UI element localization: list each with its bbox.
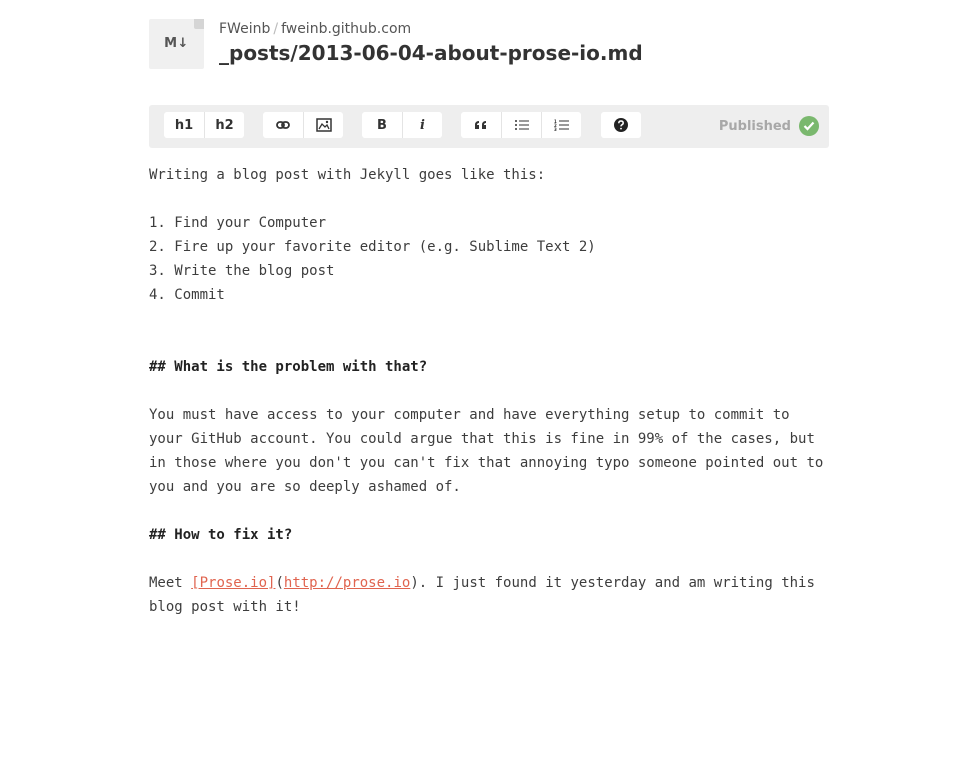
markdown-badge: M↓ xyxy=(164,36,189,51)
markdown-heading: ## How to fix it? xyxy=(149,527,293,543)
markdown-link-url[interactable]: http://prose.io xyxy=(284,575,410,591)
list-item: 3. Write the blog post xyxy=(149,263,335,279)
help-icon xyxy=(614,118,628,132)
h1-button[interactable]: h1 xyxy=(164,112,204,138)
numbered-list-button[interactable]: 1 2 3 xyxy=(541,112,581,138)
h2-button[interactable]: h2 xyxy=(204,112,244,138)
bullet-list-button[interactable] xyxy=(501,112,541,138)
markdown-heading: ## What is the problem with that? xyxy=(149,359,428,375)
h2-label: h2 xyxy=(215,117,234,133)
meet-prefix: Meet xyxy=(149,575,192,591)
file-header: M↓ FWeinb / fweinb.github.com _posts/2013-… xyxy=(149,19,829,71)
editor-paragraph: Meet [Prose.io](http://prose.io). I just… xyxy=(149,571,829,619)
format-group: B i xyxy=(362,112,442,138)
quote-icon xyxy=(475,121,486,129)
bold-label: B xyxy=(377,117,387,133)
breadcrumb-separator: / xyxy=(273,21,279,37)
editor-blank-line xyxy=(149,307,829,331)
svg-text:3: 3 xyxy=(554,127,557,131)
editor-blank-line xyxy=(149,499,829,523)
editor-paragraph: You must have access to your computer an… xyxy=(149,407,832,495)
bullet-list-icon xyxy=(514,120,529,130)
bold-button[interactable]: B xyxy=(362,112,402,138)
help-button[interactable] xyxy=(601,112,641,138)
check-icon xyxy=(799,116,819,136)
editor-line: Writing a blog post with Jekyll goes lik… xyxy=(149,167,546,183)
italic-label: i xyxy=(420,117,425,133)
heading-group: h1 h2 xyxy=(164,112,244,138)
markdown-link-text[interactable]: [Prose.io] xyxy=(191,575,275,591)
markdown-editor[interactable]: Writing a blog post with Jekyll goes lik… xyxy=(149,163,829,619)
link-close-paren: ) xyxy=(410,575,419,591)
file-corner xyxy=(194,19,204,29)
help-group xyxy=(601,112,641,138)
editor-blank-line xyxy=(149,547,829,571)
list-item: 4. Commit xyxy=(149,287,225,303)
editor-toolbar: h1 h2 B i 1 2 3 Published xyxy=(149,105,829,148)
publish-status[interactable]: Published xyxy=(719,116,819,136)
editor-blank-line xyxy=(149,331,829,355)
link-icon xyxy=(276,121,290,129)
link-button[interactable] xyxy=(263,112,303,138)
link-open-paren: ( xyxy=(275,575,284,591)
editor-blank-line xyxy=(149,379,829,403)
markdown-file-icon: M↓ xyxy=(149,19,204,69)
numbered-list-icon: 1 2 3 xyxy=(554,119,569,131)
breadcrumb-repo[interactable]: fweinb.github.com xyxy=(281,21,411,37)
italic-button[interactable]: i xyxy=(402,112,442,138)
editor-blank-line xyxy=(149,187,829,211)
image-icon xyxy=(315,118,332,132)
image-button[interactable] xyxy=(303,112,343,138)
breadcrumb-owner[interactable]: FWeinb xyxy=(219,21,270,37)
file-path-title[interactable]: _posts/2013-06-04-about-prose-io.md xyxy=(219,41,643,65)
insert-group xyxy=(263,112,343,138)
status-label: Published xyxy=(718,118,791,134)
quote-button[interactable] xyxy=(461,112,501,138)
h1-label: h1 xyxy=(174,117,194,133)
list-item: 2. Fire up your favorite editor (e.g. Su… xyxy=(149,239,596,255)
list-item: 1. Find your Computer xyxy=(149,215,327,231)
breadcrumb: FWeinb / fweinb.github.com xyxy=(219,21,411,37)
block-group: 1 2 3 xyxy=(461,112,581,138)
